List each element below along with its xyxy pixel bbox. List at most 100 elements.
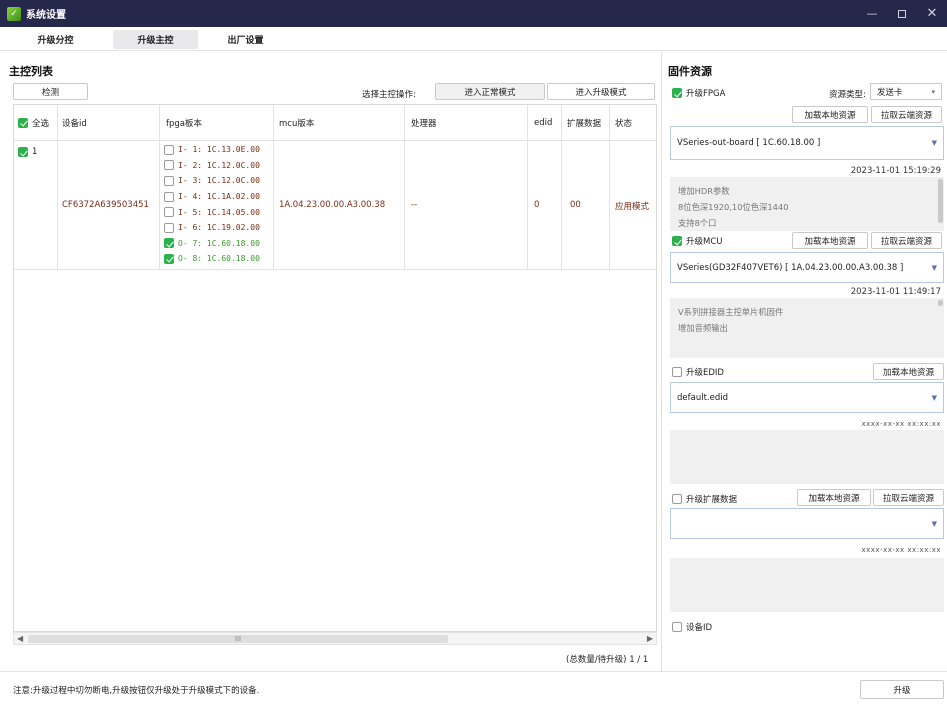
mcu-upgrade-check[interactable] [672,236,682,246]
select-all-header[interactable]: 全选 [18,105,49,140]
mcu-note: 增加音频输出 [678,323,728,333]
maximize-icon[interactable] [887,0,917,27]
minimize-icon[interactable]: — [857,0,887,27]
fpga-firmware-select[interactable]: VSeries-out-board [ 1C.60.18.00 ] ▼ [670,126,944,160]
mcu-load-local-button[interactable]: 加载本地资源 [792,232,868,249]
scroll-right-icon[interactable]: ▶ [647,634,653,643]
fpga-timestamp: 2023-11-01 15:19:29 [850,166,941,176]
header-edid: edid [534,117,553,128]
resource-type-label: 资源类型: [829,90,866,100]
fpga-firmware-value: VSeries-out-board [ 1C.60.18.00 ] [677,138,821,148]
device-id-checkbox[interactable]: 设备ID [672,621,712,633]
chevron-down-icon: ▾ [931,87,935,96]
edid-timestamp: xxxx-xx-xx xx:xx:xx [861,420,941,428]
edid-upgrade-check[interactable] [672,367,682,377]
processor-cell: -- [411,200,418,210]
app-logo-icon: ✓ [7,6,21,21]
fpga-upgrade-check[interactable] [672,88,682,98]
fpga-item[interactable]: I- 6: 1C.19.02.00 [164,220,288,236]
chevron-down-icon: ▼ [931,263,937,272]
device-id-cell: CF6372A639503451 [62,200,149,210]
fpga-checkbox[interactable] [164,144,174,155]
edid-file-value: default.edid [677,392,728,403]
upgrade-mode-button[interactable]: 进入升级模式 [547,83,655,100]
fpga-item-label: I- 6: 1C.19.02.00 [178,223,260,233]
ext-upgrade-check[interactable] [672,494,682,504]
ext-file-select[interactable]: ▼ [670,508,944,539]
resource-type-select[interactable]: 发送卡 ▾ [870,83,942,100]
window-title: 系统设置 [26,10,66,21]
scroll-thumb[interactable]: III [28,635,448,643]
device-id-check[interactable] [672,622,682,632]
col-divider [159,105,160,269]
header-fpga: fpga板本 [166,118,202,129]
fpga-item[interactable]: I- 3: 1C.12.0C.00 [164,173,288,189]
tab-bar: 升级分控 升级主控 出厂设置 [0,27,947,51]
normal-mode-button[interactable]: 进入正常模式 [435,83,545,100]
fpga-pull-cloud-button[interactable]: 拉取云端资源 [871,106,942,123]
ext-pull-cloud-button[interactable]: 拉取云端资源 [873,489,944,506]
header-device-id: 设备id [62,118,87,129]
upgrade-mcu-label: 升级MCU [686,237,723,247]
pagination-text: (总数量/待升级) 1 / 1 [566,655,649,665]
chevron-down-icon: ▼ [931,519,937,528]
fpga-item-label: I- 3: 1C.12.0C.00 [178,176,260,186]
fpga-item[interactable]: I- 2: 1C.12.0C.00 [164,158,288,174]
mcu-firmware-select[interactable]: VSeries(GD32F407VET6) [ 1A.04.23.00.00.A… [670,252,944,283]
table-row-select[interactable]: 1 [18,147,37,157]
fpga-load-local-button[interactable]: 加载本地资源 [792,106,868,123]
fpga-item[interactable]: I- 1: 1C.13.0E.00 [164,142,288,158]
fpga-checkbox[interactable] [164,253,174,264]
fpga-checkbox[interactable] [164,238,174,249]
fpga-item-label: I- 1: 1C.13.0E.00 [178,145,260,155]
edid-file-select[interactable]: default.edid ▼ [670,382,944,413]
select-all-checkbox[interactable] [18,117,28,128]
edid-cell: 0 [534,200,540,210]
tab-upgrade-master[interactable]: 升级主控 [113,30,198,49]
fpga-checkbox[interactable] [164,191,174,202]
footer-note: 注意:升级过程中切勿断电,升级按钮仅升级处于升级模式下的设备. [13,686,260,696]
tab-upgrade-slave[interactable]: 升级分控 [13,30,98,49]
fpga-list: I- 1: 1C.13.0E.00 I- 2: 1C.12.0C.00 I- 3… [164,142,288,267]
firmware-resources-title: 固件资源 [668,65,712,78]
fpga-checkbox[interactable] [164,207,174,218]
fpga-checkbox[interactable] [164,222,174,233]
scroll-left-icon[interactable]: ◀ [17,634,23,643]
tab-factory-settings[interactable]: 出厂设置 [203,30,288,49]
upgrade-fpga-label: 升级FPGA [686,89,726,99]
fpga-item[interactable]: O- 8: 1C.60.18.00 [164,251,288,267]
resource-type-value: 发送卡 [877,87,903,98]
upgrade-ext-checkbox[interactable]: 升级扩展数据 [672,493,737,505]
fpga-item[interactable]: I- 5: 1C.14.05.00 [164,204,288,220]
row-divider [14,269,656,270]
upgrade-mcu-checkbox[interactable]: 升级MCU [672,235,723,247]
fpga-item[interactable]: I- 4: 1C.1A.02.00 [164,189,288,205]
mcu-cell: 1A.04.23.00.00.A3.00.38 [279,200,386,210]
fpga-item-label: I- 4: 1C.1A.02.00 [178,192,260,202]
upgrade-ext-label: 升级扩展数据 [686,495,738,505]
master-table: 全选 设备id fpga板本 mcu版本 处理器 edid 扩展数据 状态 1 … [13,104,657,632]
edid-load-local-button[interactable]: 加载本地资源 [873,363,944,380]
mcu-pull-cloud-button[interactable]: 拉取云端资源 [871,232,942,249]
mcu-note: V系列拼接器主控单片机固件 [678,307,784,317]
horizontal-scrollbar[interactable]: ◀ III ▶ [13,632,657,645]
header-mcu: mcu版本 [279,118,315,129]
upgrade-fpga-checkbox[interactable]: 升级FPGA [672,87,725,99]
upgrade-button[interactable]: 升级 [860,680,944,699]
fpga-item[interactable]: O- 7: 1C.60.18.00 [164,236,288,252]
ext-load-local-button[interactable]: 加载本地资源 [797,489,871,506]
close-icon[interactable]: ✕ [917,0,947,27]
ext-timestamp: xxxx-xx-xx xx:xx:xx [861,546,941,554]
header-status: 状态 [615,118,633,129]
detect-button[interactable]: 检测 [13,83,88,100]
fpga-checkbox[interactable] [164,160,174,171]
mcu-notes: V系列拼接器主控单片机固件 增加音频输出 [670,298,944,358]
fpga-checkbox[interactable] [164,175,174,186]
row-checkbox[interactable] [18,147,28,157]
fpga-item-label: O- 7: 1C.60.18.00 [178,238,260,248]
master-list-title: 主控列表 [9,65,53,78]
fpga-notes-scrollbar[interactable] [938,179,943,223]
mcu-notes-scrollbar[interactable] [938,300,943,306]
col-divider [561,105,562,269]
upgrade-edid-checkbox[interactable]: 升级EDID [672,366,724,378]
